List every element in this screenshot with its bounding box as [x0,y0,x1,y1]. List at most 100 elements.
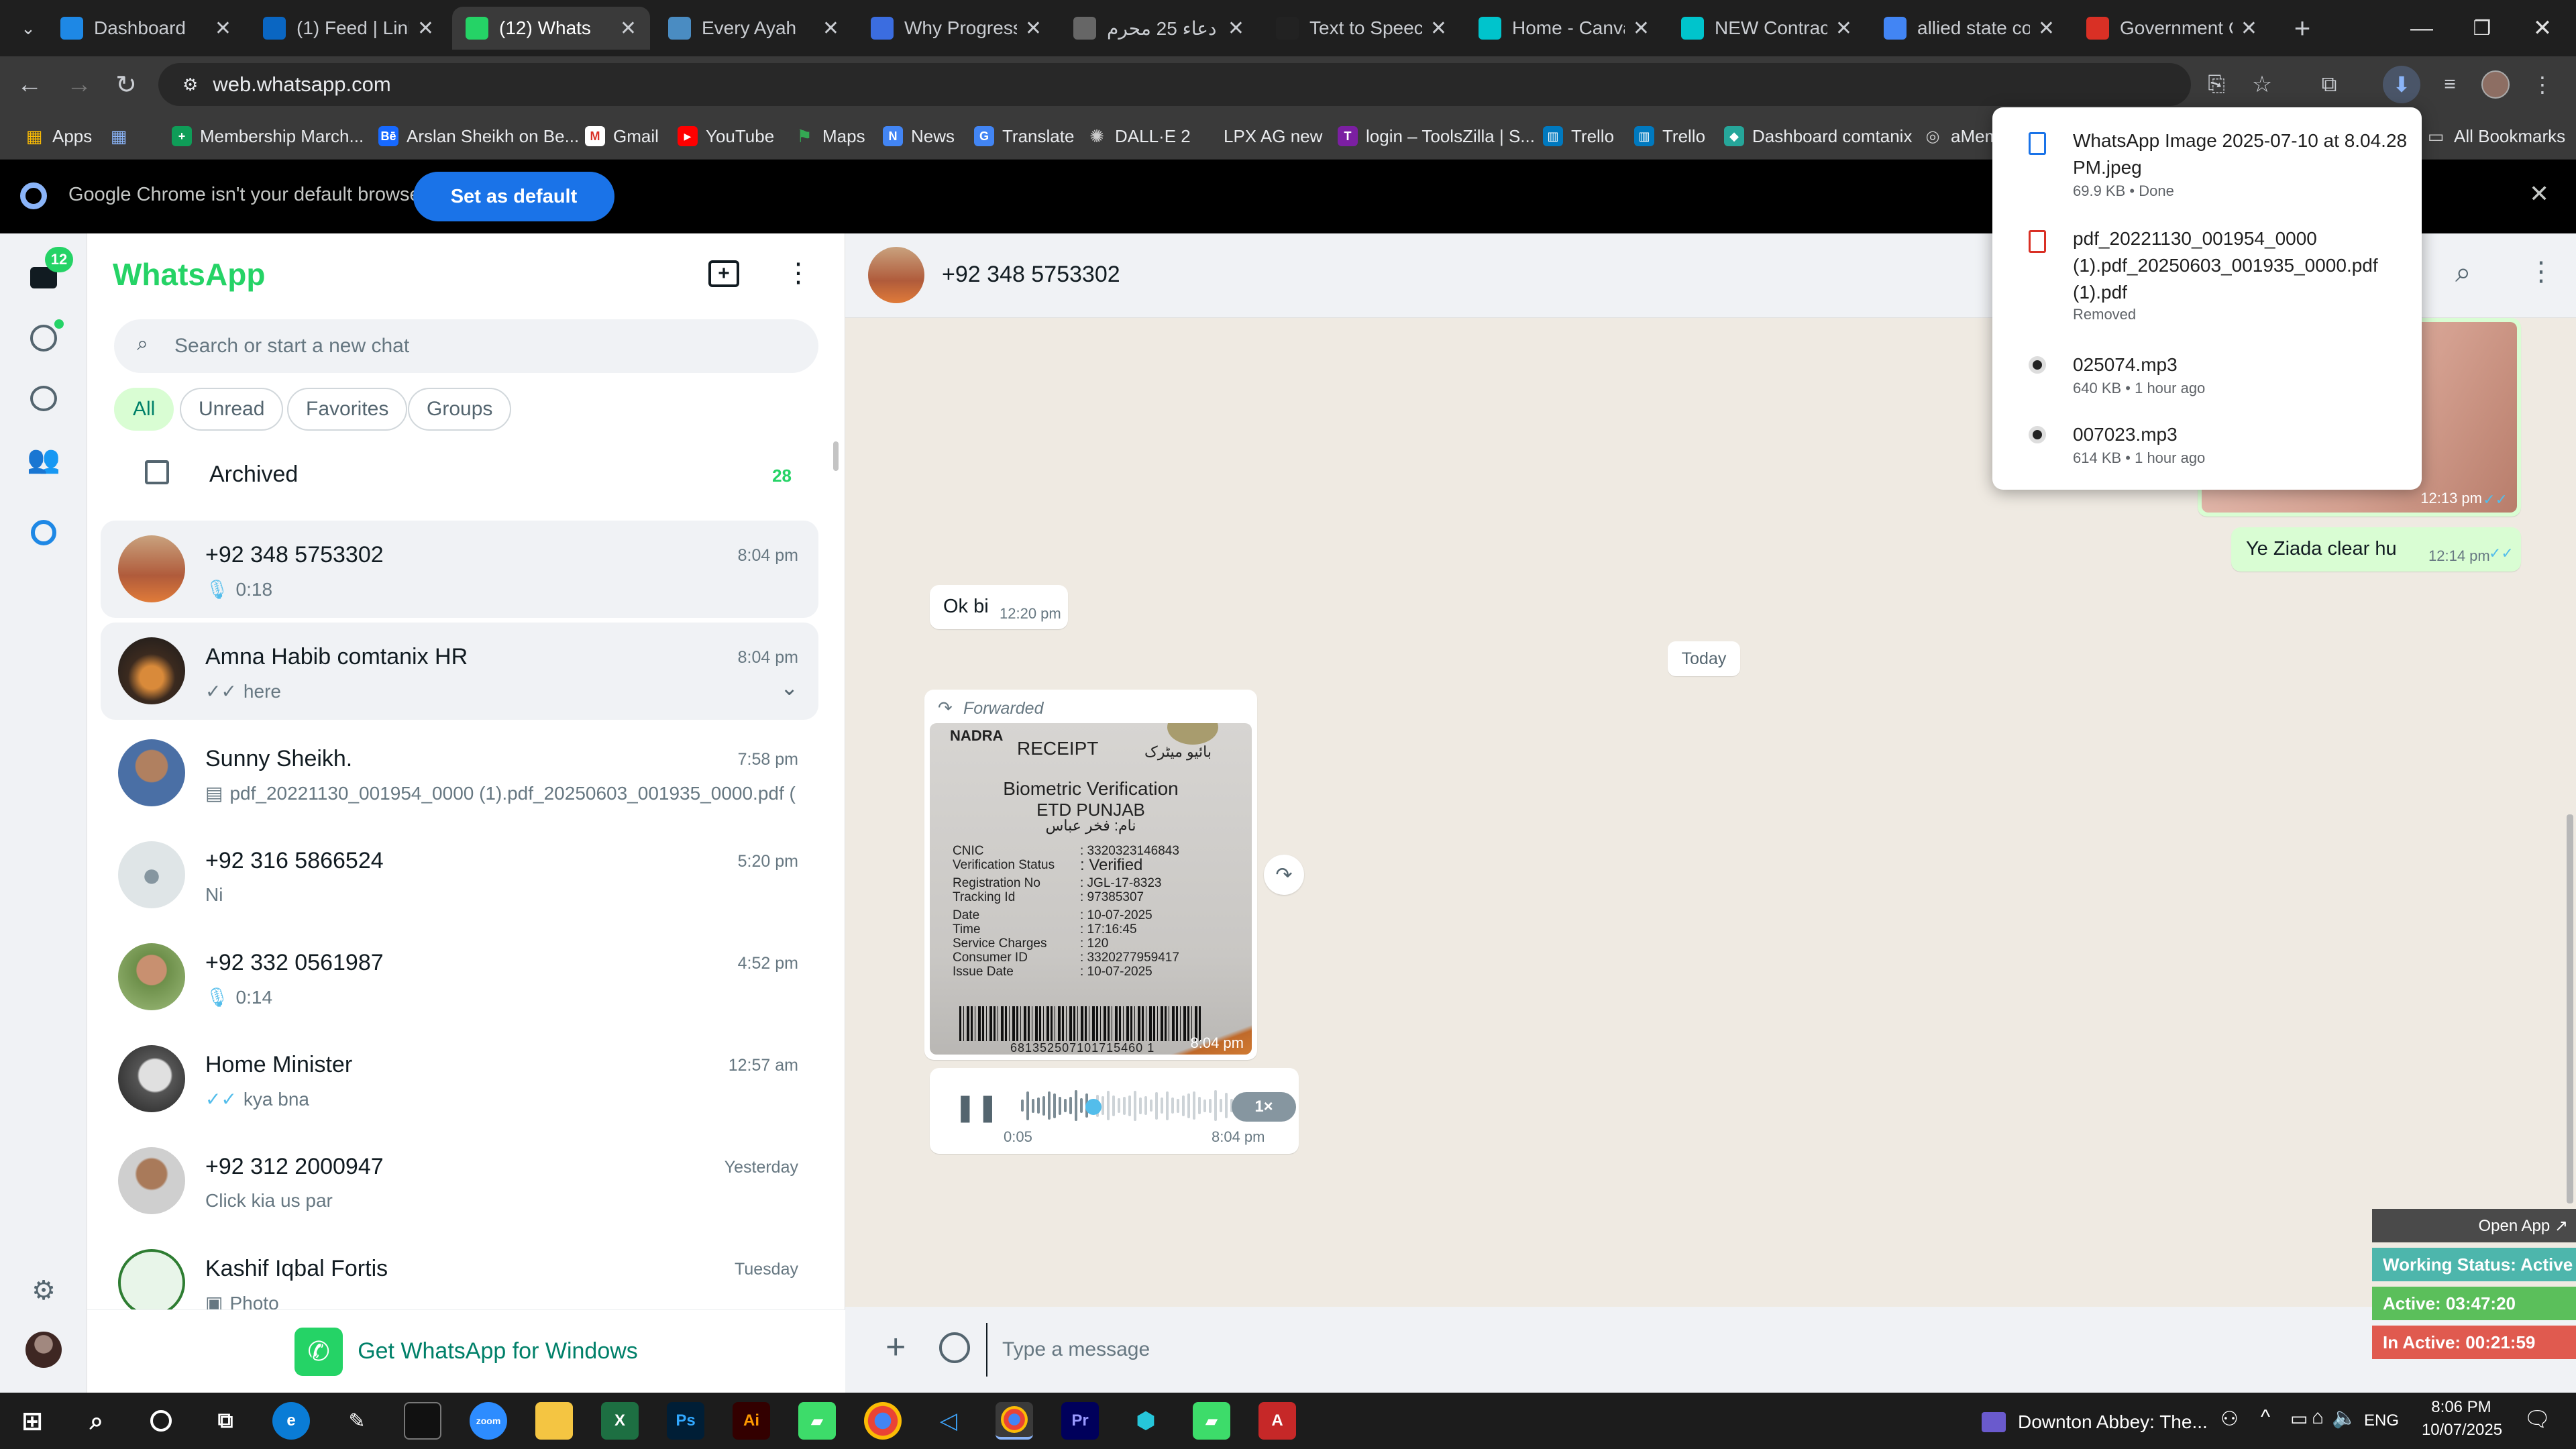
tab-search-chevron-icon[interactable]: ⌄ [9,9,47,47]
cortana-icon[interactable] [142,1402,180,1440]
filter-groups[interactable]: Groups [408,388,512,431]
profile-avatar-icon[interactable] [22,1328,65,1371]
browser-tab[interactable]: (1) Feed | Linke ✕ [250,7,447,50]
scrollbar-thumb[interactable] [2567,814,2573,1203]
open-app-button[interactable]: Open App ↗ [2372,1209,2576,1242]
browser-tab[interactable]: Every Ayah ✕ [655,7,853,50]
bookmark-dashboard[interactable]: ◆ Dashboard comtanix [1724,122,1912,150]
downloads-icon[interactable]: ⬇ [2383,66,2420,103]
download-item[interactable]: pdf_20221130_001954_0000 (1).pdf_2025060… [1992,225,2422,326]
contact-avatar[interactable] [868,247,924,303]
acrobat-icon[interactable]: A [1258,1402,1296,1440]
all-bookmarks[interactable]: ▭ All Bookmarks [2426,122,2565,150]
bookmark-trello-1[interactable]: ▥ Trello [1543,122,1614,150]
edge-icon[interactable]: e [272,1402,310,1440]
chrome-active-icon[interactable] [996,1402,1033,1440]
close-window-button[interactable]: ✕ [2512,0,2573,56]
start-windows-icon[interactable]: ⊞ [13,1402,51,1440]
bookmark-grid[interactable]: ▦ [109,122,137,150]
close-tab-icon[interactable]: ✕ [2241,17,2257,40]
voice-message[interactable]: ❚❚ 1× 0:05 8:04 pm [930,1068,1299,1154]
bookmark-apps[interactable]: ▦ Apps [24,122,93,150]
close-tab-icon[interactable]: ✕ [417,17,434,40]
notifications-icon[interactable]: 🗨 [2524,1406,2551,1432]
close-tab-icon[interactable]: ✕ [822,17,839,40]
settings-gear-icon[interactable]: ⚙ [22,1269,65,1312]
pause-icon[interactable]: ❚❚ [954,1092,999,1123]
archived-row[interactable]: Archived 28 [101,447,818,500]
browser-tab[interactable]: Home - Canva ✕ [1465,7,1663,50]
premiere-icon[interactable]: Pr [1061,1402,1099,1440]
receipt-image[interactable]: NADRA RECEIPT بائیو میٹرک Biometric Veri… [930,723,1252,1055]
set-default-button[interactable]: Set as default [413,172,614,221]
close-tab-icon[interactable]: ✕ [215,17,231,40]
close-tab-icon[interactable]: ✕ [1228,17,1244,40]
communities-icon[interactable]: 👥 [22,437,65,480]
chrome-menu-icon[interactable]: ⋮ [2524,66,2561,103]
scrollbar-thumb[interactable] [833,441,839,471]
menu-icon[interactable]: ⋮ [785,258,812,288]
bookmark-membership[interactable]: + Membership March... [172,122,364,150]
chat-row[interactable]: +92 312 2000947 Yesterday Click kia us p… [101,1132,818,1230]
people-icon[interactable]: ⚇ [2220,1407,2239,1431]
network-icon[interactable]: ⌂ [2312,1406,2324,1429]
filter-unread[interactable]: Unread [180,388,284,431]
forward-icon[interactable]: → [60,66,98,103]
new-tab-button[interactable]: + [2284,9,2321,47]
new-chat-icon[interactable]: + [708,260,739,287]
minimize-button[interactable]: — [2392,0,2452,56]
meta-ai-icon[interactable] [22,511,65,554]
excel-icon[interactable]: X [601,1402,639,1440]
battery-icon[interactable]: ▭ [2290,1407,2308,1430]
bookmark-star-icon[interactable]: ☆ [2243,66,2281,103]
bookmark-translate[interactable]: G Translate [974,122,1074,150]
chat-row[interactable]: +92 332 0561987 4:52 pm 🎙 0:14 [101,928,818,1026]
sticker-icon[interactable] [939,1332,970,1363]
search-icon[interactable]: ⌕ [78,1402,115,1440]
chat-row[interactable]: Kashif Iqbal Fortis Tuesday ▣ Photo [101,1234,818,1309]
chat-row[interactable]: +92 348 5753302 8:04 pm 🎙 0:18 [101,521,818,618]
bookmark-dalle[interactable]: ✺ DALL·E 2 [1087,122,1191,150]
channels-icon[interactable] [22,377,65,420]
browser-tab[interactable]: NEW Contracts ✕ [1668,7,1866,50]
bookmark-behance[interactable]: Bē Arslan Sheikh on Be... [378,122,579,150]
site-info-icon[interactable]: ⚙ [182,74,198,95]
forward-share-icon[interactable]: ↷ [1264,855,1304,895]
search-icon[interactable]: ⌕ [2455,256,2471,289]
chevron-down-icon[interactable]: ⌄ [780,675,798,700]
incoming-text-message[interactable]: Ok bi 12:20 pm [930,585,1068,629]
extensions-icon[interactable]: ⧉ [2310,66,2348,103]
hex-app-icon[interactable]: ⬢ [1127,1402,1165,1440]
browser-tab[interactable]: Dashboard ✕ [47,7,245,50]
bookmark-trello-2[interactable]: ▥ Trello [1634,122,1705,150]
chat-row[interactable]: Sunny Sheikh. 7:58 pm ▤ pdf_20221130_0019… [101,724,818,822]
profile-avatar[interactable] [2477,66,2514,103]
bookmark-maps[interactable]: ⚑ Maps [794,122,865,150]
forwarded-image-message[interactable]: ↷ Forwarded NADRA RECEIPT بائیو میٹرک Bi… [924,690,1257,1060]
chat-row[interactable]: Home Minister 12:57 am ✓✓ kya bna [101,1030,818,1128]
bookmark-toolszilla[interactable]: Tlogin – ToolsZilla | S... [1338,122,1535,150]
bookmark-lpx[interactable]: LPX AG new [1203,122,1322,150]
illustrator-icon[interactable]: Ai [733,1402,770,1440]
close-tab-icon[interactable]: ✕ [1430,17,1447,40]
browser-tab[interactable]: Text to Speech ✕ [1263,7,1460,50]
browser-tab[interactable]: Why Progressi ✕ [857,7,1055,50]
bookmark-amem[interactable]: ◎ aMem [1923,122,2000,150]
media-control-icon[interactable]: ≡ [2431,66,2469,103]
address-bar[interactable]: ⚙ web.whatsapp.com [158,63,2191,106]
tray-chevron-up-icon[interactable]: ^ [2261,1406,2270,1429]
close-tab-icon[interactable]: ✕ [2038,17,2055,40]
chat-row[interactable]: ● +92 316 5866524 5:20 pm Ni [101,826,818,924]
browser-tab[interactable]: دعاء 25 محرم ✕ [1060,7,1258,50]
download-item[interactable]: WhatsApp Image 2025-07-10 at 8.04.28 PM.… [1992,127,2422,201]
close-tab-icon[interactable]: ✕ [1025,17,1042,40]
clock-time[interactable]: 8:06 PM [2424,1398,2498,1417]
close-tab-icon[interactable]: ✕ [1835,17,1852,40]
browser-tab[interactable]: allied state co ✕ [1870,7,2068,50]
file-explorer-icon[interactable] [535,1402,573,1440]
bookmark-gmail[interactable]: M Gmail [585,122,659,150]
green-app-2-icon[interactable]: ▰ [1193,1402,1230,1440]
bookmark-news[interactable]: N News [883,122,955,150]
green-app-icon[interactable]: ▰ [798,1402,836,1440]
chats-icon[interactable]: 12 [22,247,73,299]
